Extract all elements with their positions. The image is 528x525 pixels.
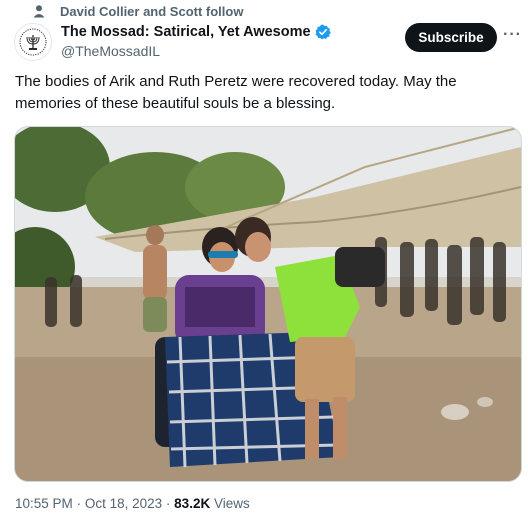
verified-badge-icon — [315, 24, 331, 40]
tweet-date[interactable]: Oct 18, 2023 — [85, 496, 162, 511]
avatar[interactable] — [14, 23, 52, 61]
views-count: 83.2K — [174, 496, 211, 511]
menorah-logo-icon — [19, 28, 47, 56]
person-icon — [33, 5, 45, 18]
author-display-name[interactable]: The Mossad: Satirical, Yet Awesome — [61, 24, 311, 40]
views-label: Views — [213, 496, 250, 511]
meta-separator: · — [76, 496, 82, 511]
tweet-text: The bodies of Arik and Ruth Peretz were … — [15, 73, 457, 112]
photo-illustration — [15, 127, 521, 481]
author-display-name-row[interactable]: The Mossad: Satirical, Yet Awesome — [61, 24, 331, 40]
author-handle[interactable]: @TheMossadIL — [61, 43, 331, 59]
more-icon[interactable]: ··· — [503, 26, 521, 46]
tweet-time[interactable]: 10:55 PM — [15, 496, 73, 511]
social-context-text[interactable]: David Collier and Scott follow — [60, 4, 243, 19]
subscribe-button[interactable]: Subscribe — [405, 23, 497, 52]
tweet-photo[interactable] — [14, 126, 522, 482]
tweet-meta: 10:55 PM · Oct 18, 2023 · 83.2K Views — [15, 496, 250, 511]
meta-separator-2: · — [165, 496, 171, 511]
author-block: The Mossad: Satirical, Yet Awesome @TheM… — [61, 24, 331, 59]
social-context: David Collier and Scott follow — [33, 4, 243, 19]
